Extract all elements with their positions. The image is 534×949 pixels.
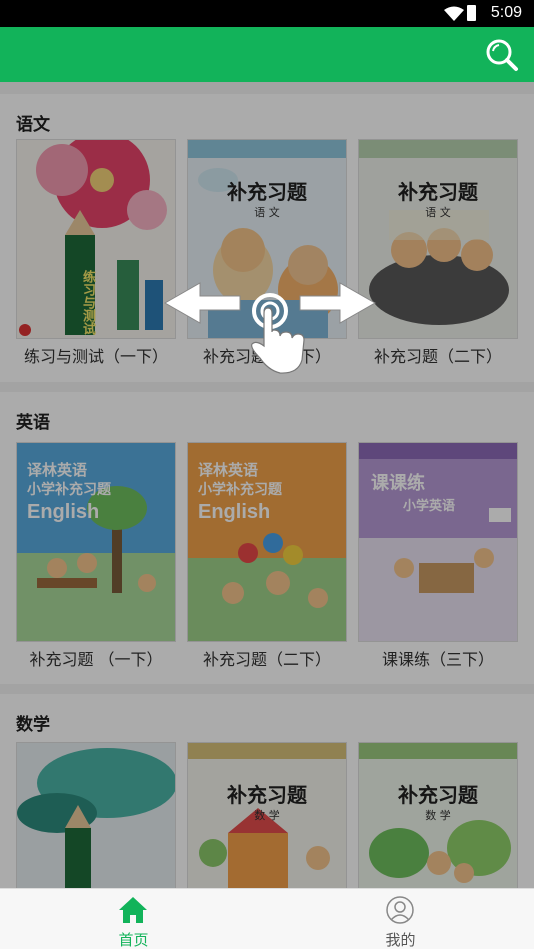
bottom-nav: 首页 我的 [0,888,534,949]
user-icon [384,895,416,925]
search-icon[interactable] [484,37,520,73]
battery-icon [467,5,476,21]
nav-mine[interactable]: 我的 [267,889,534,949]
status-time: 5:09 [490,4,522,21]
status-bar: 5:09 [0,0,534,27]
nav-home[interactable]: 首页 [0,889,267,949]
tutorial-overlay[interactable] [0,82,534,888]
app-bar [0,27,534,82]
wifi-icon [444,6,464,26]
app-root: 5:09 语文 练习与测试 练习与测试（一下） 补充习题 语 文 补充习题 语 … [0,0,534,949]
swipe-gesture-icon [160,278,380,378]
home-icon [117,895,149,925]
nav-label: 我的 [385,931,416,949]
nav-label: 首页 [118,931,149,949]
